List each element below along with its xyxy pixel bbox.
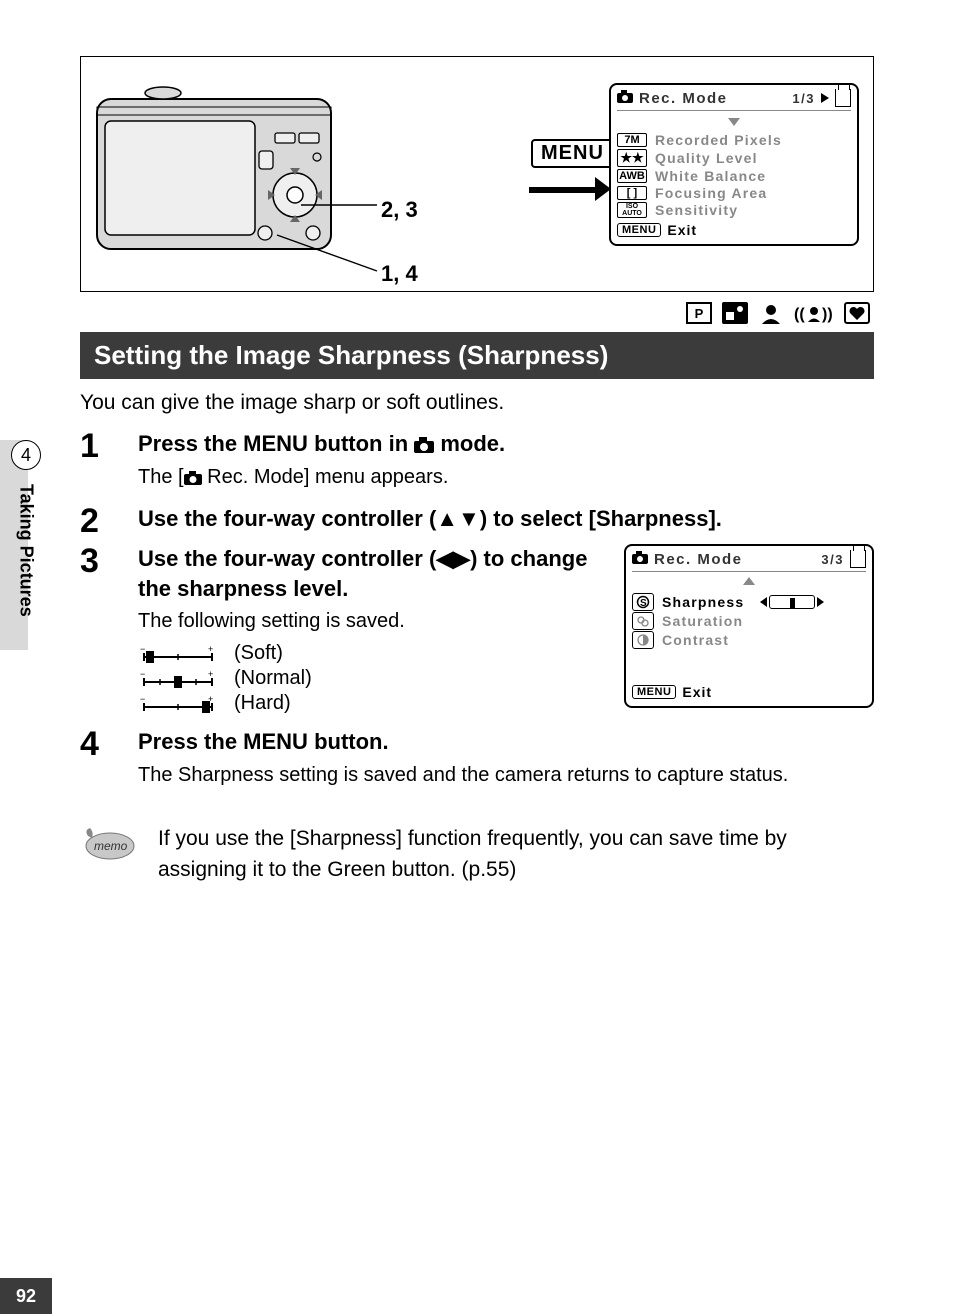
mode-icons-row: P (()) (80, 302, 874, 324)
chevron-up-icon (743, 577, 755, 585)
menu-item-label: Sensitivity (655, 202, 738, 218)
rec-mode-screen-2: Rec. Mode 3/3 S Sharpness (624, 544, 874, 708)
mode-program-icon: P (686, 302, 712, 324)
tab-icon (835, 89, 851, 107)
step-number: 1 (80, 429, 120, 498)
svg-text:+: + (208, 694, 213, 704)
slider-normal-icon: −+ (140, 670, 216, 688)
svg-text:)): )) (822, 306, 833, 323)
menu-chip: MENU (632, 685, 676, 699)
memo-icon: memo (80, 824, 138, 869)
leader-line (277, 235, 377, 275)
mode-favorite-icon (844, 302, 870, 324)
camera-icon (617, 90, 633, 106)
chapter-number: 4 (11, 440, 41, 470)
svg-text:−: − (140, 694, 145, 704)
left-right-indicator (760, 595, 824, 609)
rec-mode-screen-1: Rec. Mode 1/3 7M Recorded Pixels ★★ Qualit… (609, 83, 859, 246)
screen-page-indicator: 3/3 (821, 552, 844, 567)
step-1: 1 Press the MENU button in mode. The [ R… (80, 429, 874, 498)
menu-button-label: MENU (531, 139, 614, 168)
callout-buttons-23: 2, 3 (381, 197, 418, 223)
focus-area-icon: [ ] (617, 186, 647, 200)
chapter-label: Taking Pictures (16, 484, 37, 617)
screen-title: Rec. Mode (654, 551, 743, 568)
camera-icon (414, 434, 434, 456)
svg-text:−: − (140, 644, 145, 654)
step-3: 3 Use the four-way controller (◀▶) to ch… (80, 544, 874, 721)
slider-soft-icon: −+ (140, 645, 216, 663)
step-4: 4 Press the MENU button. The Sharpness s… (80, 727, 874, 796)
mode-stabilize-icon: (()) (794, 302, 834, 324)
menu-item-sharpness: S Sharpness (632, 593, 866, 611)
tab-icon (850, 550, 866, 568)
step-number: 3 (80, 544, 120, 721)
sharpness-icon: S (632, 593, 654, 611)
mode-portrait-icon (758, 302, 784, 324)
menu-item-label: White Balance (655, 168, 766, 184)
screen-title: Rec. Mode (639, 90, 728, 107)
screen-page-indicator: 1/3 (792, 91, 815, 106)
page-content: 2, 3 1, 4 MENU Rec. Mode 1/3 7M Recorded … (0, 0, 954, 885)
menu-item-contrast: Contrast (632, 631, 866, 649)
svg-text:S: S (640, 598, 648, 609)
menu-chip: MENU (617, 223, 661, 237)
memo-text: If you use the [Sharpness] function freq… (158, 824, 874, 885)
chevron-right-icon (821, 93, 829, 103)
menu-item-label: Focusing Area (655, 185, 767, 201)
iso-icon: ISO AUTO (617, 202, 647, 218)
side-tab: 4 Taking Pictures (0, 440, 52, 617)
menu-item-label: Quality Level (655, 150, 758, 166)
svg-text:+: + (208, 644, 213, 654)
leader-line (301, 199, 377, 219)
intro-text: You can give the image sharp or soft out… (80, 391, 874, 415)
camera-icon (632, 551, 648, 567)
svg-text:memo: memo (94, 839, 128, 853)
exit-label: Exit (667, 222, 697, 238)
menu-item-saturation: Saturation (632, 612, 866, 630)
svg-text:+: + (208, 669, 213, 679)
menu-item-label: Recorded Pixels (655, 132, 782, 148)
contrast-icon (632, 631, 654, 649)
svg-text:((: (( (794, 306, 805, 323)
slider-hard-icon: −+ (140, 695, 216, 713)
section-heading: Setting the Image Sharpness (Sharpness) (80, 332, 874, 379)
top-diagram: 2, 3 1, 4 MENU Rec. Mode 1/3 7M Recorded … (80, 56, 874, 292)
chevron-down-icon (728, 118, 740, 126)
camera-icon (184, 466, 202, 488)
sharpness-level-hard: −+ (Hard) (140, 692, 610, 715)
page-number: 92 (0, 1278, 52, 1314)
step-number: 2 (80, 504, 120, 538)
step-number: 4 (80, 727, 120, 796)
step-2: 2 Use the four-way controller (▲▼) to se… (80, 504, 874, 538)
awb-icon: AWB (617, 169, 647, 183)
saturation-icon (632, 612, 654, 630)
mode-night-icon (722, 302, 748, 324)
memo-block: memo If you use the [Sharpness] function… (80, 824, 874, 885)
pixels-icon: 7M (617, 133, 647, 147)
exit-label: Exit (682, 684, 712, 700)
callout-buttons-14: 1, 4 (381, 261, 418, 287)
quality-icon: ★★ (617, 149, 647, 167)
svg-text:−: − (140, 669, 145, 679)
sharpness-level-normal: −+ (Normal) (140, 667, 610, 690)
sharpness-level-soft: −+ (Soft) (140, 642, 610, 665)
